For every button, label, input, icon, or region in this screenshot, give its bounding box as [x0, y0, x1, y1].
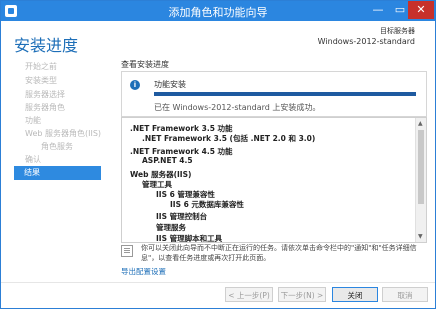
footer-divider: [1, 282, 435, 283]
wizard-window: 添加角色和功能向导 — ▭ ✕ 安装进度 目标服务器 Windows-2012-…: [0, 0, 436, 309]
sidebar-item-features: 功能: [25, 116, 41, 125]
wizard-steps-sidebar: 开始之前 安装类型 服务器选择 服务器角色 功能 Web 服务器角色(IIS) …: [1, 55, 109, 265]
progress-bar: [154, 92, 416, 96]
info-note: 你可以关闭此向导而不中断正在运行的任务。请依次单击命令栏中的"通知"和"任务详细…: [141, 244, 417, 262]
info-icon: i: [130, 80, 140, 90]
title-bar: 添加角色和功能向导 — ▭ ✕: [1, 1, 435, 21]
list-item: IIS 6 元数据库兼容性: [170, 200, 244, 209]
list-item: ASP.NET 4.5: [142, 156, 193, 165]
previous-button[interactable]: < 上一步(P): [225, 287, 273, 302]
list-item: IIS 管理脚本和工具: [156, 234, 223, 243]
progress-panel: i 功能安装 已在 Windows-2012-standard 上安装成功。: [121, 71, 427, 117]
sidebar-item-role-services: 角色服务: [41, 142, 73, 151]
sidebar-item-web-server-role: Web 服务器角色(IIS): [25, 129, 102, 138]
list-item: 管理服务: [156, 223, 186, 232]
section-title: 查看安装进度: [121, 60, 169, 69]
scroll-thumb[interactable]: [418, 130, 424, 204]
sidebar-item-server-selection: 服务器选择: [25, 90, 65, 99]
main-content: 查看安装进度 i 功能安装 已在 Windows-2012-standard 上…: [109, 55, 435, 283]
sidebar-item-results[interactable]: 结果: [14, 166, 101, 180]
close-window-button[interactable]: ✕: [408, 1, 434, 19]
close-button[interactable]: 关闭: [332, 287, 378, 302]
sidebar-item-server-roles: 服务器角色: [25, 103, 65, 112]
minimize-button[interactable]: —: [367, 1, 389, 19]
scroll-up-arrow-icon[interactable]: ▲: [418, 120, 423, 127]
notes-icon: [121, 245, 133, 257]
scroll-down-arrow-icon[interactable]: ▼: [418, 233, 423, 240]
progress-bar-fill: [154, 92, 416, 96]
page-header: 安装进度 目标服务器 Windows-2012-standard: [1, 22, 435, 55]
list-item: IIS 管理控制台: [156, 212, 208, 221]
target-server-label: 目标服务器: [380, 27, 415, 35]
sidebar-item-before-you-begin: 开始之前: [25, 62, 57, 71]
next-button[interactable]: 下一步(N) >: [278, 287, 326, 302]
target-server-name: Windows-2012-standard: [317, 37, 415, 46]
export-settings-link[interactable]: 导出配置设置: [121, 266, 166, 277]
page-title: 安装进度: [14, 36, 79, 55]
sidebar-item-installation-type: 安装类型: [25, 76, 57, 85]
cancel-button[interactable]: 取消: [382, 287, 428, 302]
results-list[interactable]: .NET Framework 3.5 功能 .NET Framework 3.5…: [121, 117, 427, 243]
progress-status: 已在 Windows-2012-standard 上安装成功。: [154, 103, 321, 112]
progress-label: 功能安装: [154, 80, 186, 89]
list-item: .NET Framework 3.5 (包括 .NET 2.0 和 3.0): [142, 134, 316, 143]
results-scrollbar[interactable]: ▲ ▼: [415, 118, 426, 242]
